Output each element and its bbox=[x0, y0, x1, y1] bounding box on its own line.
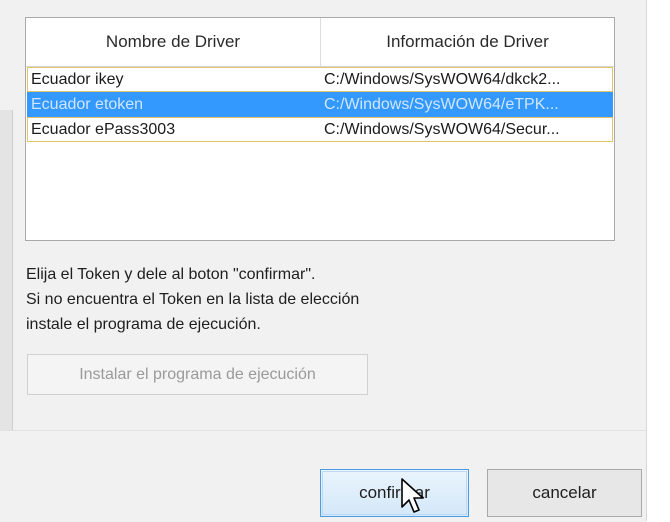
driver-name-cell: Ecuador etoken bbox=[31, 95, 144, 113]
driver-info-cell: C:/Windows/SysWOW64/eTPK... bbox=[324, 95, 559, 113]
background-window-edge bbox=[0, 110, 13, 430]
column-header-driver-name[interactable]: Nombre de Driver bbox=[26, 18, 321, 66]
driver-list[interactable]: Nombre de Driver Información de Driver E… bbox=[25, 17, 615, 241]
driver-row-epass3003[interactable]: Ecuador ePass3003 C:/Windows/SysWOW64/Se… bbox=[27, 117, 613, 142]
instructions-text: Elija el Token y dele al boton "confirma… bbox=[26, 262, 466, 337]
driver-name-cell: Ecuador ePass3003 bbox=[31, 120, 176, 138]
driver-name-cell: Ecuador ikey bbox=[31, 70, 124, 88]
install-program-button[interactable]: Instalar el programa de ejecución bbox=[27, 354, 368, 395]
driver-info-cell: C:/Windows/SysWOW64/Secur... bbox=[324, 120, 560, 138]
driver-info-cell: C:/Windows/SysWOW64/dkck2... bbox=[324, 70, 561, 88]
instructions-line: Elija el Token y dele al boton "confirma… bbox=[26, 266, 316, 283]
dialog-right-border bbox=[646, 0, 670, 521]
driver-list-header: Nombre de Driver Información de Driver bbox=[26, 18, 614, 67]
instructions-line: Si no encuentra el Token en la lista de … bbox=[26, 291, 360, 308]
confirm-button[interactable]: confirmar bbox=[320, 469, 469, 517]
driver-row-ikey[interactable]: Ecuador ikey C:/Windows/SysWOW64/dkck2..… bbox=[27, 67, 613, 92]
instructions-line: instale el programa de ejecución. bbox=[26, 316, 261, 333]
cancel-button[interactable]: cancelar bbox=[487, 469, 642, 517]
driver-row-etoken[interactable]: Ecuador etoken C:/Windows/SysWOW64/eTPK.… bbox=[27, 92, 613, 117]
column-header-driver-info[interactable]: Información de Driver bbox=[321, 18, 614, 66]
